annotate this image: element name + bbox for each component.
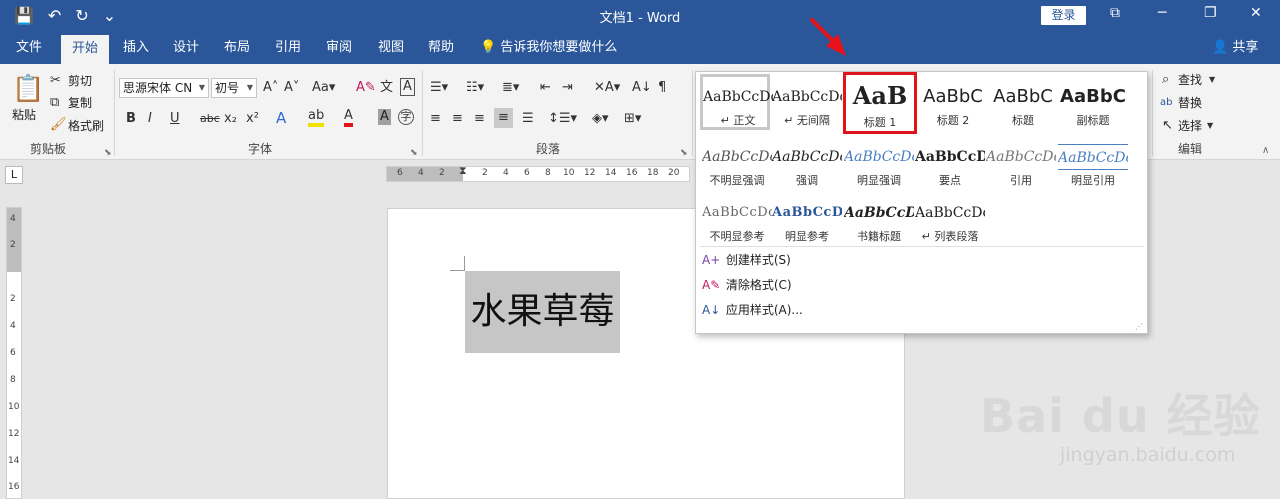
watermark-brand: Bai du 经验 [980,389,1261,443]
watermark-url: jingyan.baidu.com [1060,444,1236,466]
